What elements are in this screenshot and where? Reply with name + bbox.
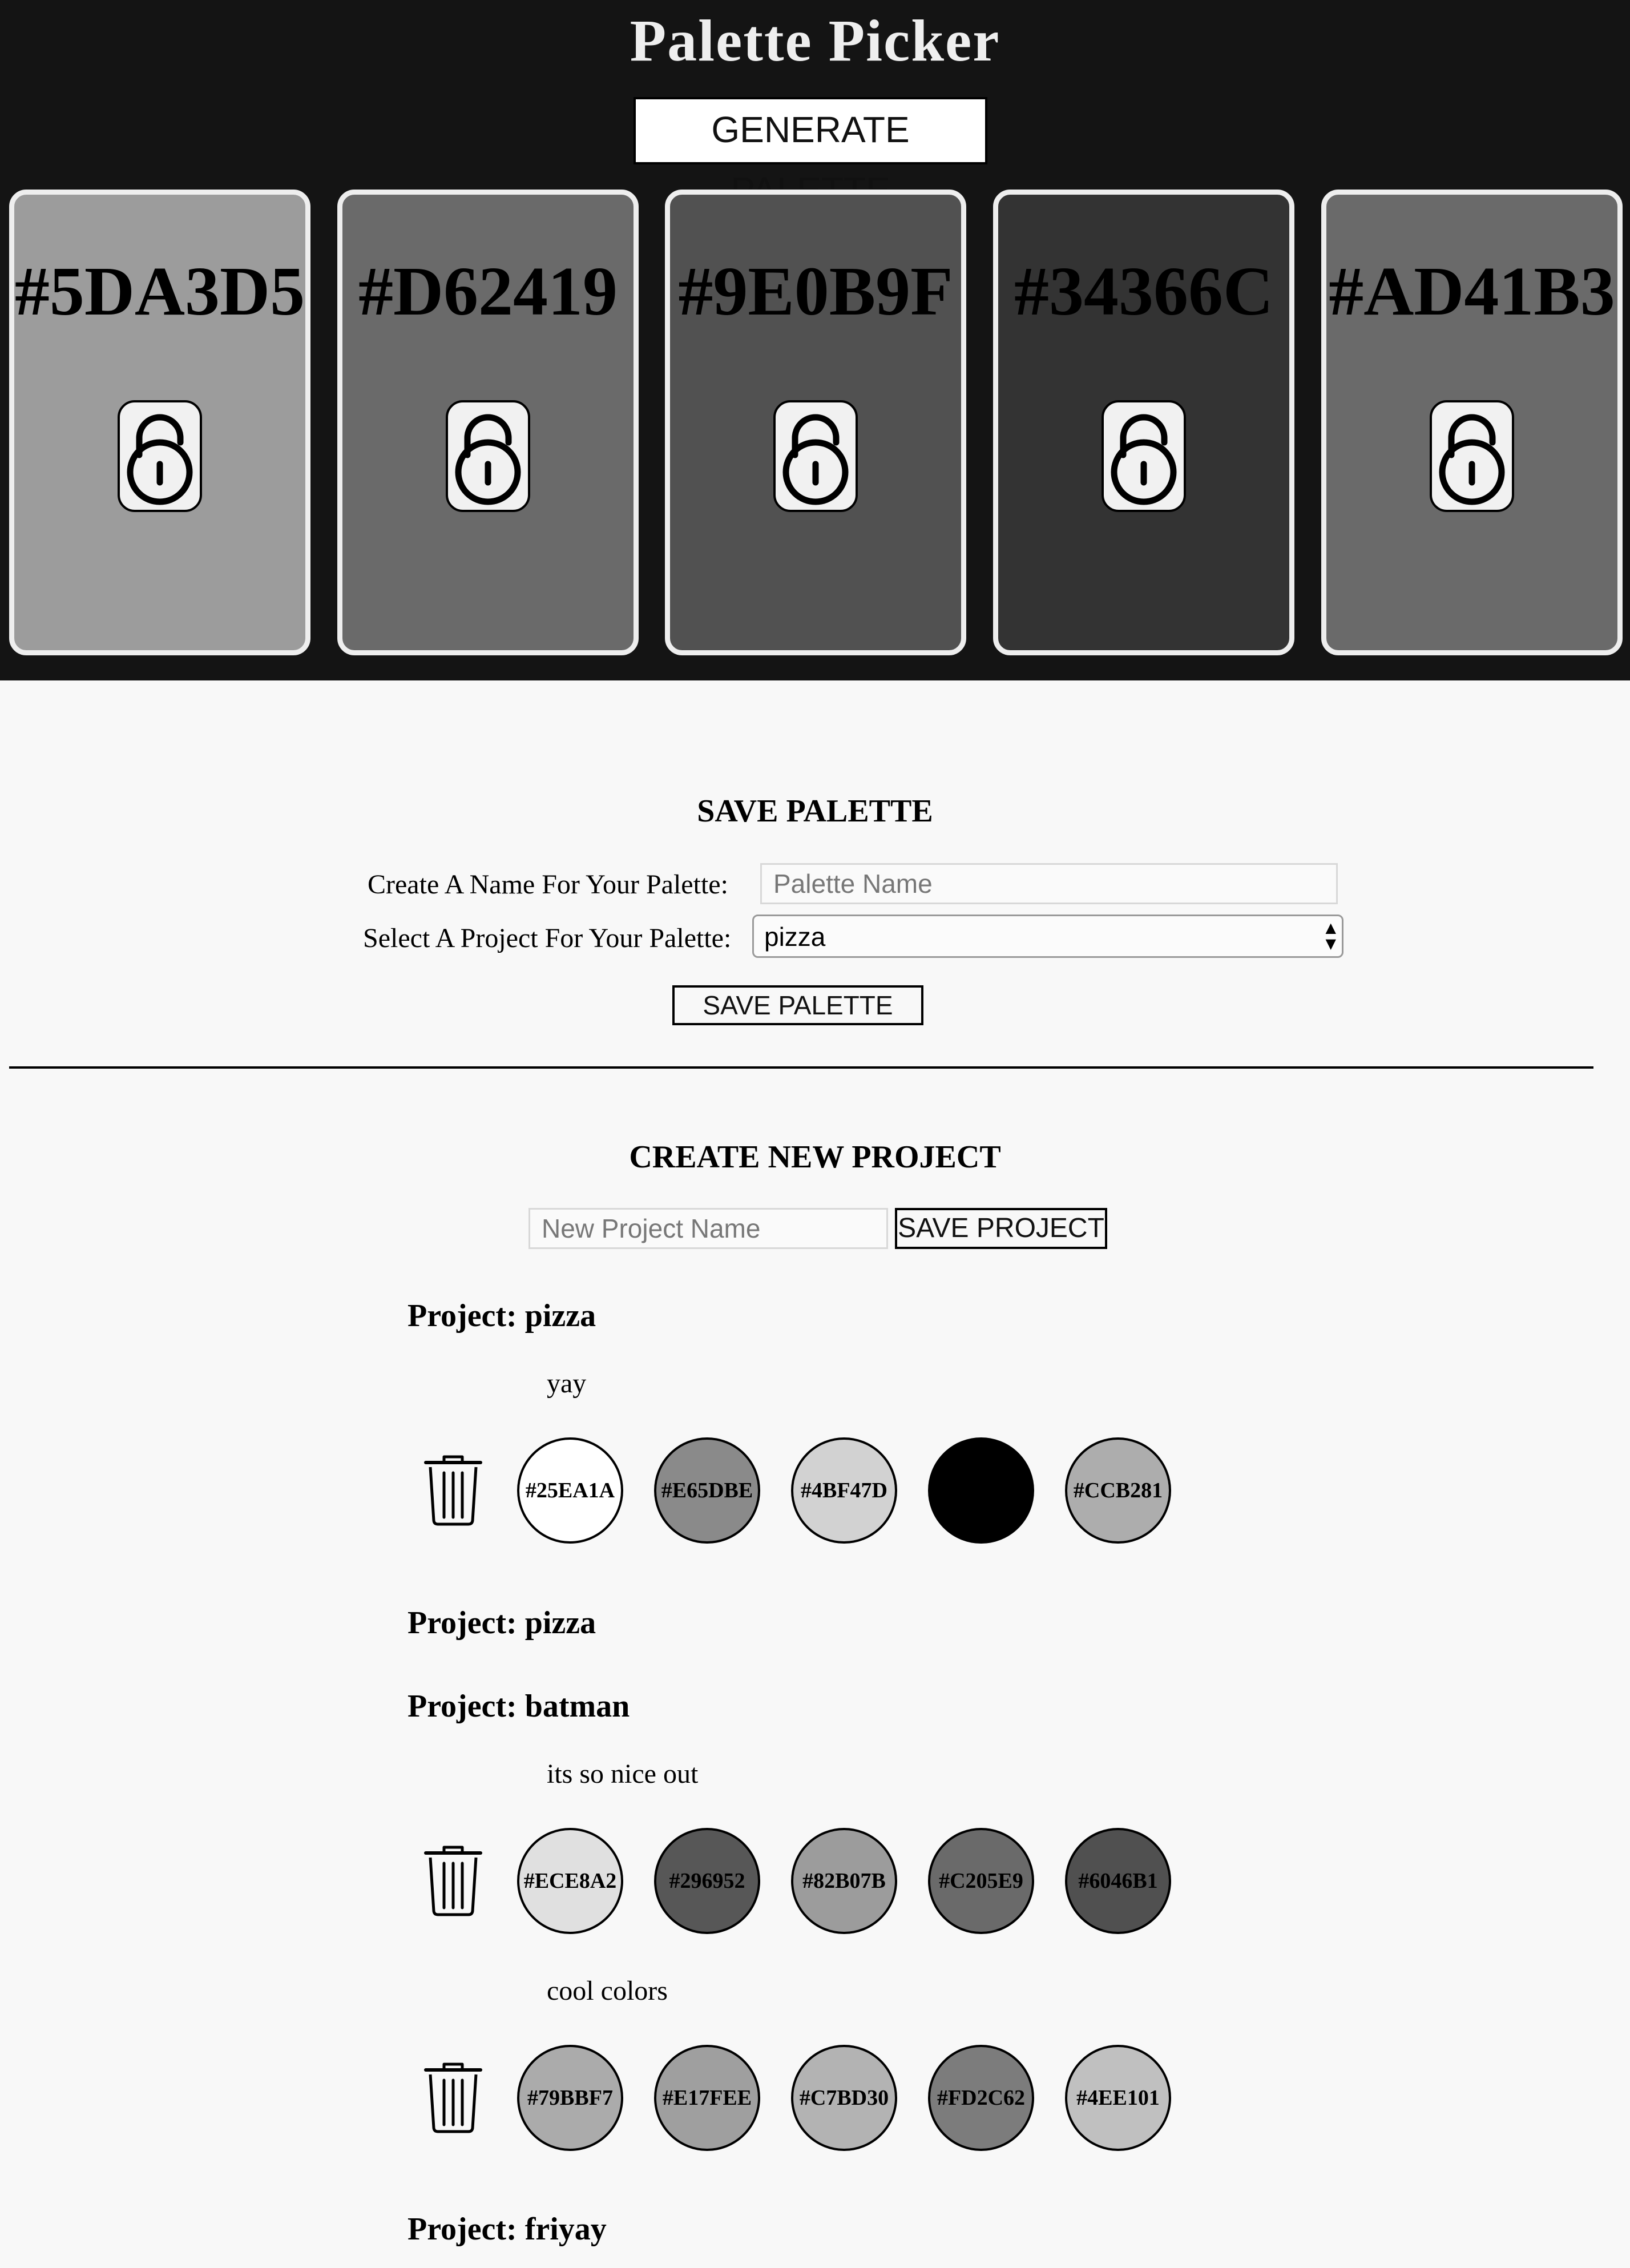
color-card-1: #5DA3D5: [9, 190, 310, 655]
project-select[interactable]: pizza ▲ ▼: [752, 915, 1343, 958]
color-swatch: #79BBF7: [517, 2045, 623, 2151]
card-hex-label: #AD41B3: [1329, 253, 1615, 330]
card-hex-label: #D62419: [358, 253, 618, 330]
color-card-3: #9E0B9F: [665, 190, 966, 655]
create-project-heading: CREATE NEW PROJECT: [629, 1139, 1001, 1175]
color-swatch: #E17FEE: [654, 2045, 760, 2151]
color-swatch: #25EA1A: [517, 1437, 623, 1544]
project-title: Project: friyay: [408, 2211, 607, 2247]
save-project-button[interactable]: SAVE PROJECT: [895, 1208, 1107, 1249]
color-card-2: #D62419: [337, 190, 639, 655]
generate-palette-button[interactable]: GENERATE PALETTE: [634, 97, 987, 211]
color-swatch: #CCB281: [1065, 1437, 1171, 1544]
unlocked-padlock-icon[interactable]: [1430, 400, 1514, 512]
card-hex-label: #5DA3D5: [14, 253, 305, 330]
color-swatch: #6046B1: [1065, 1828, 1171, 1934]
unlocked-padlock-icon[interactable]: [1102, 400, 1186, 512]
app-title: Palette Picker: [630, 8, 1000, 74]
color-swatch: #4EE101: [1065, 2045, 1171, 2151]
color-swatch: #ECE8A2: [517, 1828, 623, 1934]
color-swatch: #C205E9: [928, 1828, 1034, 1934]
project-title: Project: pizza: [408, 1605, 596, 1641]
project-select-value: pizza: [764, 922, 826, 952]
card-hex-label: #34366C: [1014, 253, 1274, 330]
palette-name-label: Create A Name For Your Palette:: [368, 869, 728, 900]
unlocked-padlock-icon[interactable]: [773, 400, 858, 512]
section-divider: [9, 1066, 1593, 1069]
color-swatch: #FD2C62: [928, 2045, 1034, 2151]
trash-icon[interactable]: [422, 1453, 484, 1528]
color-swatch: #4BF47D: [791, 1437, 897, 1544]
unlocked-padlock-icon[interactable]: [118, 400, 202, 512]
color-swatch: #296952: [654, 1828, 760, 1934]
trash-icon[interactable]: [422, 2061, 484, 2135]
save-palette-heading: SAVE PALETTE: [697, 793, 933, 829]
project-select-label: Select A Project For Your Palette:: [363, 923, 732, 953]
card-hex-label: #9E0B9F: [678, 253, 953, 330]
color-card-4: #34366C: [993, 190, 1294, 655]
new-project-name-input[interactable]: [528, 1208, 888, 1249]
project-title: Project: pizza: [408, 1298, 596, 1334]
save-palette-button[interactable]: SAVE PALETTE: [672, 985, 923, 1025]
color-swatch: #C7BD30: [791, 2045, 897, 2151]
unlocked-padlock-icon[interactable]: [446, 400, 530, 512]
trash-icon[interactable]: [422, 1844, 484, 1918]
project-title: Project: batman: [408, 1689, 630, 1724]
app-header: Palette Picker GENERATE PALETTE #5DA3D5 …: [0, 0, 1630, 680]
color-swatch: [928, 1437, 1034, 1544]
select-arrows-icon: ▲ ▼: [1325, 920, 1336, 952]
palette-name: cool colors: [547, 1976, 668, 2006]
color-card-5: #AD41B3: [1321, 190, 1623, 655]
palette-name: its so nice out: [547, 1759, 699, 1789]
palette-name: yay: [547, 1368, 587, 1399]
palette-name-input[interactable]: [760, 863, 1338, 904]
color-swatch: #82B07B: [791, 1828, 897, 1934]
color-swatch: #E65DBE: [654, 1437, 760, 1544]
